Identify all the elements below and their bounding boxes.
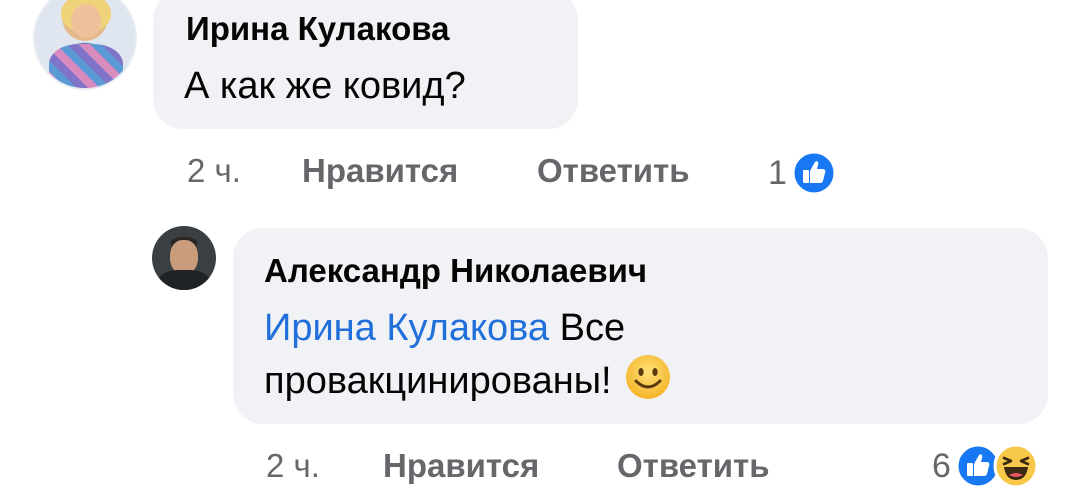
comment-bubble: Ирина Кулакова А как же ковид? <box>153 0 578 129</box>
comment-author[interactable]: Ирина Кулакова <box>186 10 449 48</box>
avatar[interactable] <box>152 226 216 290</box>
reply-button[interactable]: Ответить <box>537 152 690 190</box>
comment-time[interactable]: 2 ч. <box>266 447 320 485</box>
comment-bubble: Александр Николаевич Ирина Кулакова Все … <box>233 228 1048 424</box>
comment-text: А как же ковид? <box>184 65 466 107</box>
like-button[interactable]: Нравится <box>383 447 539 485</box>
reaction-summary[interactable]: 1 <box>768 150 837 196</box>
avatar[interactable] <box>33 0 137 90</box>
comment-text-line1: Все <box>559 307 626 349</box>
reaction-summary[interactable]: 6 <box>932 443 1039 489</box>
comment-text: Ирина Кулакова Все провакцинированы! <box>264 304 672 406</box>
haha-icon <box>993 443 1039 489</box>
comments-thread: Ирина Кулакова А как же ковид? 2 ч. Нрав… <box>0 0 1080 499</box>
comment-text-line2: провакцинированы! <box>264 360 612 402</box>
reaction-count: 6 <box>932 446 951 485</box>
like-icon <box>791 150 837 196</box>
comment-actions: 2 ч. Нравится Ответить 1 <box>0 150 1080 196</box>
smiling-face-icon <box>625 355 670 399</box>
comment-author[interactable]: Александр Николаевич <box>264 252 647 290</box>
comment-actions: 2 ч. Нравится Ответить 6 <box>0 443 1080 489</box>
like-button[interactable]: Нравится <box>302 152 458 190</box>
reply-button[interactable]: Ответить <box>617 447 770 485</box>
comment-time[interactable]: 2 ч. <box>187 152 241 190</box>
reaction-count: 1 <box>768 153 787 192</box>
mention-link[interactable]: Ирина Кулакова <box>264 307 549 349</box>
